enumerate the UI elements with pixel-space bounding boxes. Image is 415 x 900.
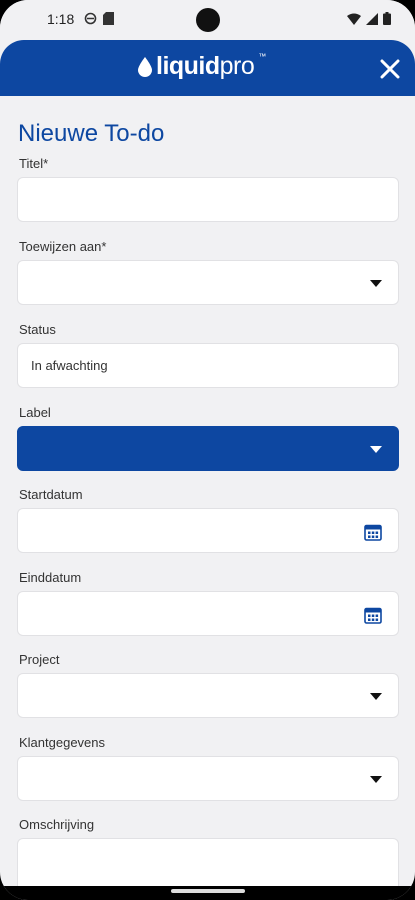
klantgegevens-select[interactable] — [17, 756, 399, 801]
label-label: Label — [19, 405, 51, 420]
close-icon[interactable] — [379, 58, 401, 80]
todo-form: Nieuwe To-do Titel* Toewijzen aan* Statu… — [0, 96, 415, 886]
status-value: In afwachting — [31, 358, 108, 373]
omschrijving-label: Omschrijving — [19, 817, 95, 832]
status-icons-left — [84, 12, 114, 25]
chevron-down-icon — [370, 693, 382, 700]
einddatum-label: Einddatum — [19, 570, 82, 585]
calendar-icon[interactable] — [364, 606, 382, 624]
logo-text-bold: liquid — [156, 52, 220, 80]
phone-screen: 1:18 liquidpro ™ Nieuwe To-do Titel* Toe… — [0, 0, 415, 900]
startdatum-label: Startdatum — [19, 487, 83, 502]
logo-trademark: ™ — [258, 52, 267, 61]
status-label: Status — [19, 322, 56, 337]
app-header: liquidpro ™ — [0, 40, 415, 96]
status-bar: 1:18 — [0, 0, 415, 40]
signal-icon — [366, 12, 378, 25]
klantgegevens-label: Klantgegevens — [19, 735, 106, 750]
battery-icon — [383, 12, 391, 25]
front-camera — [196, 8, 220, 32]
status-icons-right — [347, 12, 391, 25]
data-saver-icon — [84, 12, 97, 25]
project-label: Project — [19, 652, 60, 667]
liquidpro-logo: liquidpro ™ — [138, 52, 266, 81]
page-title: Nieuwe To-do — [18, 120, 165, 147]
toewijzen-select[interactable] — [17, 260, 399, 305]
sim-icon — [103, 12, 114, 25]
startdatum-input[interactable] — [17, 508, 399, 553]
label-select[interactable] — [17, 426, 399, 471]
water-drop-icon — [138, 56, 152, 77]
home-gesture-handle[interactable] — [171, 889, 245, 893]
titel-label: Titel* — [19, 156, 49, 171]
einddatum-input[interactable] — [17, 591, 399, 636]
omschrijving-textarea[interactable] — [17, 838, 399, 886]
toewijzen-label: Toewijzen aan* — [19, 239, 107, 254]
status-field[interactable]: In afwachting — [17, 343, 399, 388]
calendar-icon[interactable] — [364, 523, 382, 541]
chevron-down-icon — [370, 446, 382, 453]
project-select[interactable] — [17, 673, 399, 718]
wifi-icon — [347, 13, 361, 25]
chevron-down-icon — [370, 280, 382, 287]
chevron-down-icon — [370, 776, 382, 783]
logo-text: liquidpro — [156, 52, 255, 81]
status-time: 1:18 — [47, 11, 75, 27]
logo-text-light: pro — [219, 52, 255, 80]
titel-input[interactable] — [17, 177, 399, 222]
